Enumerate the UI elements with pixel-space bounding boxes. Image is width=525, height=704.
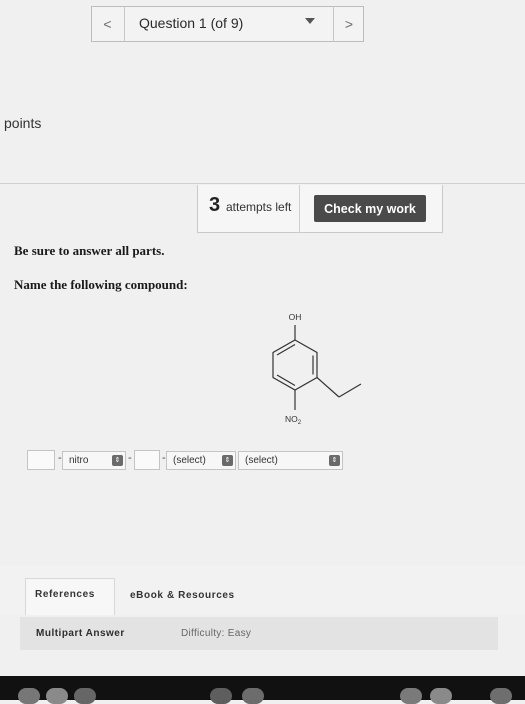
tab-ebook-resources[interactable]: eBook & Resources — [130, 590, 235, 601]
dock-app-icon[interactable] — [46, 688, 68, 704]
tab-references-label[interactable]: References — [35, 589, 95, 600]
dock-app-icon[interactable] — [18, 688, 40, 704]
dock-app-icon[interactable] — [210, 688, 232, 704]
multipart-answer-label: Multipart Answer — [36, 628, 125, 639]
compound-structure: OH NO2 — [272, 312, 362, 426]
dock-app-icon[interactable] — [400, 688, 422, 704]
prefix-select-value: nitro — [69, 455, 89, 466]
ethyl-bond-1 — [316, 377, 340, 398]
dock-app-icon[interactable] — [430, 688, 452, 704]
points-label: points — [4, 115, 42, 131]
select-arrows-icon: ⇕ — [329, 455, 340, 466]
locant-input-1[interactable] — [27, 450, 55, 470]
next-question-button[interactable]: > — [333, 6, 364, 42]
substituent-select[interactable]: (select) ⇕ — [166, 451, 236, 470]
question-dropdown-caret-icon[interactable] — [305, 18, 315, 24]
question-title: Question 1 (of 9) — [139, 15, 244, 31]
instruction-name: Name the following compound: — [14, 277, 188, 292]
instruction-parts: Be sure to answer all parts. — [14, 243, 165, 258]
dock-app-icon[interactable] — [490, 688, 512, 704]
select-arrows-icon: ⇕ — [112, 455, 123, 466]
attempts-divider — [299, 185, 300, 233]
select-value: (select) — [173, 455, 206, 466]
ethyl-bond-2 — [338, 383, 362, 398]
locant-input-2[interactable] — [134, 450, 160, 470]
attempts-text: attempts left — [226, 200, 292, 214]
prefix-select-nitro[interactable]: nitro ⇕ — [62, 451, 126, 470]
no2-label: NO2 — [285, 414, 302, 426]
parent-name-select[interactable]: (select) ⇕ — [238, 451, 343, 470]
oh-label: OH — [289, 312, 302, 322]
dock-app-icon[interactable] — [74, 688, 96, 704]
benzene-ring — [272, 325, 362, 410]
divider — [0, 183, 525, 184]
separator-dash: - — [128, 452, 132, 464]
attempts-count: 3 — [209, 194, 221, 216]
check-my-work-button[interactable]: Check my work — [314, 195, 426, 222]
select-arrows-icon: ⇕ — [222, 455, 233, 466]
select-value: (select) — [245, 455, 278, 466]
prev-question-button[interactable]: < — [91, 6, 125, 42]
difficulty-label: Difficulty: Easy — [181, 628, 252, 639]
dock-app-icon[interactable] — [242, 688, 264, 704]
